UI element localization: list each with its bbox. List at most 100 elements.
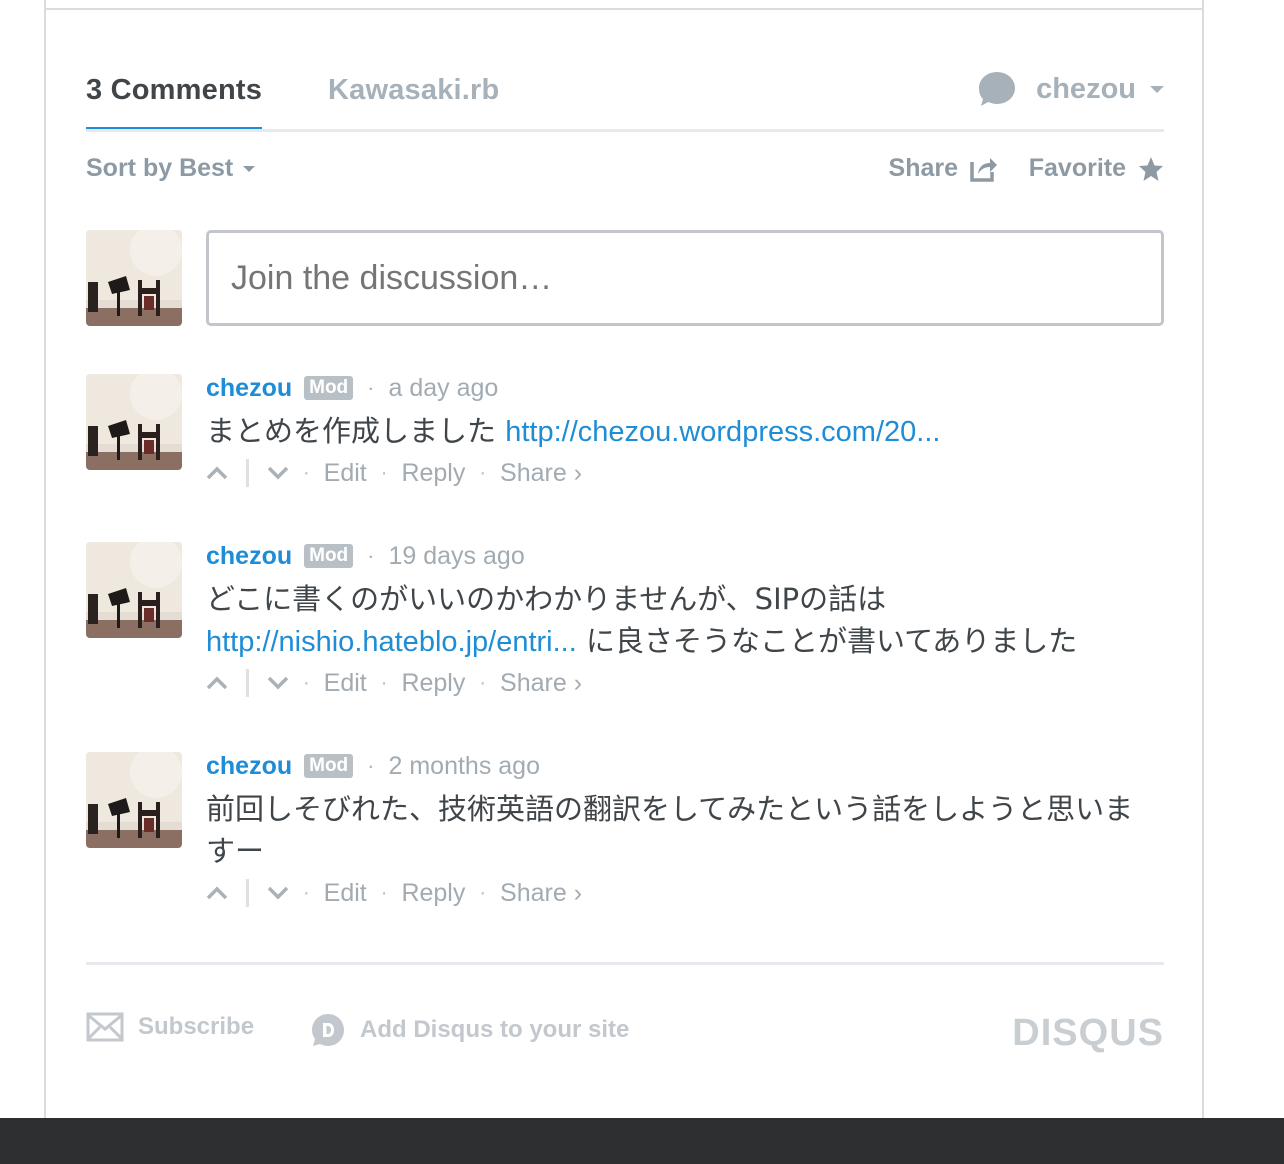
thread-nav: 3 Comments Kawasaki.rb chezou — [86, 60, 1164, 132]
avatar-image — [86, 752, 182, 848]
comment-time[interactable]: a day ago — [389, 374, 499, 403]
separator-dot: · — [380, 461, 388, 484]
comment-link[interactable]: http://nishio.hateblo.jp/entri... — [206, 626, 577, 658]
comment-body: まとめを作成しました http://chezou.wordpress.com/2… — [206, 410, 1146, 453]
comment-body: 前回しそびれた、技術英語の翻訳をしてみたという話をしようと思いますー — [206, 788, 1146, 872]
separator-dot: · — [479, 881, 487, 904]
sort-dropdown[interactable]: Sort by Best — [86, 154, 256, 183]
avatar[interactable] — [86, 374, 182, 470]
favorite-label: Favorite — [1028, 154, 1126, 182]
upvote-icon — [206, 466, 228, 480]
downvote-button[interactable] — [267, 886, 289, 900]
vote-divider — [246, 669, 249, 697]
discussion-input[interactable] — [231, 259, 1131, 298]
share-link[interactable]: Share › — [500, 879, 582, 908]
comment-time[interactable]: 2 months ago — [389, 752, 541, 781]
disqus-brand-logo[interactable]: DISQUS — [1012, 1012, 1164, 1055]
avatar[interactable] — [86, 542, 182, 638]
avatar[interactable] — [86, 230, 182, 326]
avatar-image — [86, 542, 182, 638]
avatar-image — [86, 374, 182, 470]
upvote-button[interactable] — [206, 676, 228, 690]
frame-top-divider — [46, 8, 1202, 10]
upvote-icon — [206, 676, 228, 690]
separator-dot: · — [380, 881, 388, 904]
page-bottom-bar — [0, 1118, 1284, 1164]
user-menu[interactable]: chezou — [978, 70, 1164, 108]
comment-header: chezou Mod · a day ago — [206, 374, 498, 402]
comment-text: どこに書くのがいいのかわかりませんが、SIPの話は — [206, 582, 887, 616]
avatar[interactable] — [86, 752, 182, 848]
comment-text: まとめを作成しました — [206, 414, 506, 448]
comment-author[interactable]: chezou — [206, 752, 292, 781]
downvote-button[interactable] — [267, 676, 289, 690]
footer: Subscribe Add Disqus to your site DISQUS — [86, 1012, 1164, 1055]
reply-link[interactable]: Reply — [401, 879, 465, 908]
nav-divider — [86, 129, 1164, 132]
comment-text: 前回しそびれた、技術英語の翻訳をしてみたという話をしようと思いますー — [206, 792, 1134, 868]
upvote-icon — [206, 886, 228, 900]
comment-header: chezou Mod · 2 months ago — [206, 752, 540, 780]
edit-link[interactable]: Edit — [324, 459, 367, 488]
share-link[interactable]: Share › — [500, 669, 582, 698]
downvote-icon — [267, 886, 289, 900]
downvote-icon — [267, 676, 289, 690]
edit-link[interactable]: Edit — [324, 879, 367, 908]
comment-actions: · Edit · Reply · Share › — [206, 876, 582, 910]
separator-dot: · — [303, 671, 310, 694]
downvote-button[interactable] — [267, 466, 289, 480]
comment-header: chezou Mod · 19 days ago — [206, 542, 525, 570]
star-icon — [1139, 156, 1163, 181]
separator-dot: · — [367, 375, 375, 400]
comment-actions: · Edit · Reply · Share › — [206, 456, 582, 490]
mod-badge: Mod — [304, 376, 354, 400]
user-name: chezou — [1036, 72, 1136, 105]
edit-link[interactable]: Edit — [324, 669, 367, 698]
sort-label: Sort by Best — [86, 154, 234, 182]
reply-link[interactable]: Reply — [401, 669, 465, 698]
upvote-button[interactable] — [206, 886, 228, 900]
comment-composer[interactable] — [206, 230, 1164, 326]
separator-dot: · — [479, 671, 487, 694]
caret-down-icon — [243, 165, 256, 172]
comment-link[interactable]: http://chezou.wordpress.com/20... — [505, 416, 940, 448]
separator-dot: · — [479, 461, 487, 484]
comment-text-after: に良さそうなことが書いてありました — [576, 624, 1078, 658]
mod-badge: Mod — [304, 544, 354, 568]
upvote-button[interactable] — [206, 466, 228, 480]
share-label: Share — [888, 154, 958, 182]
separator-dot: · — [303, 461, 310, 484]
envelope-icon — [86, 1012, 124, 1042]
vote-divider — [246, 879, 249, 907]
separator-dot: · — [303, 881, 310, 904]
comment-author[interactable]: chezou — [206, 374, 292, 403]
caret-down-icon — [1150, 85, 1164, 93]
downvote-icon — [267, 466, 289, 480]
comment-actions: · Edit · Reply · Share › — [206, 666, 582, 700]
comment-time[interactable]: 19 days ago — [389, 542, 525, 571]
tab-comments-label: 3 Comments — [86, 74, 263, 106]
add-disqus-label: Add Disqus to your site — [360, 1016, 630, 1043]
reply-link[interactable]: Reply — [401, 459, 465, 488]
disqus-logo-icon — [312, 1014, 344, 1046]
subscribe-label: Subscribe — [138, 1013, 255, 1040]
comment-author[interactable]: chezou — [206, 542, 292, 571]
tab-comments[interactable]: 3 Comments — [86, 74, 263, 131]
share-link[interactable]: Share › — [500, 459, 582, 488]
share-box-icon — [970, 157, 997, 182]
comment-body: どこに書くのがいいのかわかりませんが、SIPの話は http://nishio.h… — [206, 578, 1146, 663]
separator-dot: · — [367, 753, 375, 778]
tab-community[interactable]: Kawasaki.rb — [328, 74, 499, 107]
comment-bubble-icon — [979, 72, 1016, 106]
subscribe-link[interactable]: Subscribe — [86, 1012, 254, 1042]
separator-dot: · — [367, 543, 375, 568]
mod-badge: Mod — [304, 754, 354, 778]
separator-dot: · — [380, 671, 388, 694]
thread-toolbar: Sort by Best Share Favorite — [86, 152, 1164, 188]
add-disqus-link[interactable]: Add Disqus to your site — [310, 1012, 629, 1048]
favorite-button[interactable]: Favorite — [1029, 154, 1164, 183]
avatar-image — [86, 230, 182, 326]
share-thread-button[interactable]: Share — [889, 154, 998, 183]
vote-divider — [246, 459, 249, 487]
footer-divider — [86, 962, 1164, 965]
